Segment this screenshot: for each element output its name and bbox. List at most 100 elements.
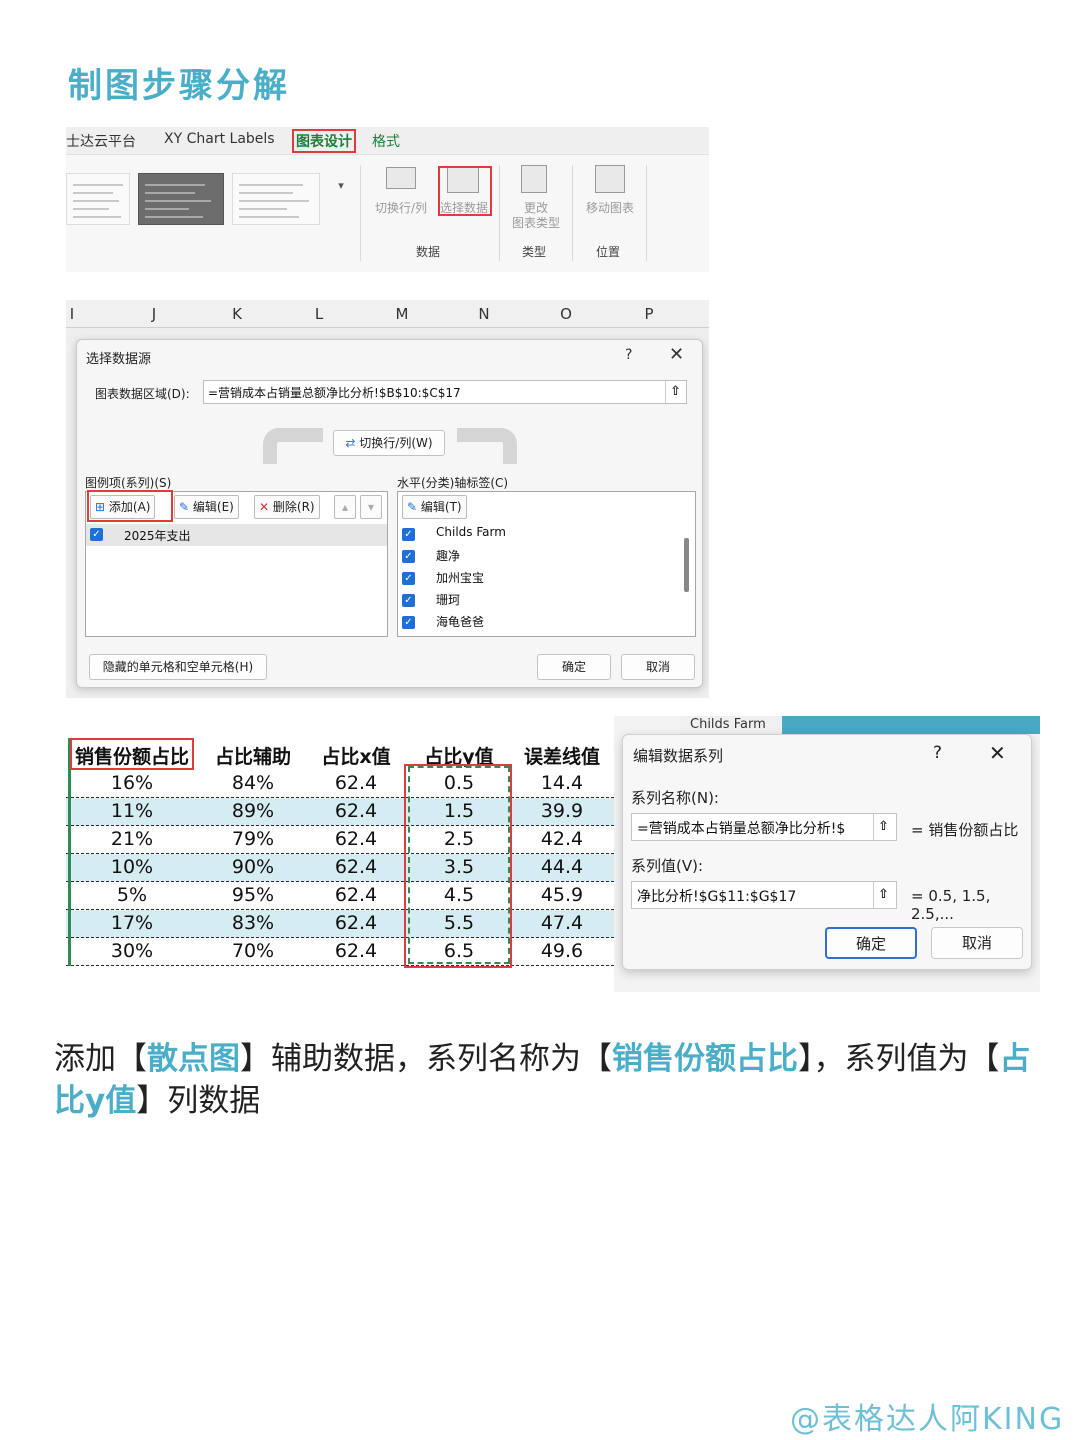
table-row[interactable]: 5% 95% 62.4 4.5 45.9 <box>66 882 614 910</box>
checkbox-checked-icon[interactable]: ✓ <box>402 550 415 563</box>
table-cell[interactable]: 62.4 <box>310 940 402 962</box>
chart-data-range-input[interactable]: =营销成本占销量总额净比分析!$B$10:$C$17 <box>203 380 687 404</box>
arrow-left-decoration <box>263 428 323 464</box>
table-header[interactable]: 占比辅助 <box>200 742 306 769</box>
chart-style-thumbnail[interactable] <box>66 173 130 225</box>
tab-format[interactable]: 格式 <box>372 131 400 151</box>
table-cell[interactable]: 79% <box>200 828 306 850</box>
checkbox-checked-icon[interactable]: ✓ <box>402 572 415 585</box>
switch-row-column-dialog-button[interactable]: ⇄ 切换行/列(W) <box>333 430 445 456</box>
checkbox-checked-icon[interactable]: ✓ <box>402 594 415 607</box>
list-item[interactable]: ✓ 2025年支出 <box>86 524 387 546</box>
checkbox-checked-icon[interactable]: ✓ <box>90 528 103 541</box>
page-title: 制图步骤分解 <box>68 66 290 106</box>
table-cell[interactable]: 62.4 <box>310 772 402 794</box>
tab-xy-chart-labels[interactable]: XY Chart Labels <box>164 131 275 147</box>
tab-shida-cloud[interactable]: 士达云平台 <box>66 131 136 151</box>
table-cell[interactable]: 14.4 <box>512 772 612 794</box>
table-cell[interactable]: 11% <box>72 800 192 822</box>
column-header[interactable]: P <box>629 305 669 323</box>
column-header[interactable]: N <box>464 305 504 323</box>
column-header[interactable]: O <box>546 305 586 323</box>
switch-row-column-icon <box>386 167 416 189</box>
table-row[interactable]: 30% 70% 62.4 6.5 49.6 <box>66 938 614 966</box>
edit-icon: ✎ <box>407 500 418 514</box>
table-cell[interactable]: 89% <box>200 800 306 822</box>
table-row[interactable]: 10% 90% 62.4 3.5 44.4 <box>66 854 614 882</box>
change-chart-type-button[interactable]: 更改 图表类型 <box>506 201 566 231</box>
table-cell[interactable]: 84% <box>200 772 306 794</box>
table-cell[interactable]: 62.4 <box>310 856 402 878</box>
switch-icon: ⇄ <box>345 436 356 450</box>
series-values-input[interactable]: 净比分析!$G$11:$G$17 <box>631 881 897 909</box>
table-cell[interactable]: 44.4 <box>512 856 612 878</box>
scrollbar-thumb[interactable] <box>684 538 689 592</box>
chart-style-thumbnail-selected[interactable] <box>138 173 224 225</box>
help-icon[interactable]: ? <box>625 347 632 363</box>
arrow-right-decoration <box>457 428 517 464</box>
switch-row-column-button[interactable]: 切换行/列 <box>369 201 433 216</box>
series-name-input[interactable]: =营销成本占销量总额净比分析!$ <box>631 813 897 841</box>
move-up-button[interactable]: ▴ <box>334 495 356 519</box>
table-cell[interactable]: 83% <box>200 912 306 934</box>
edit-series-dialog: 编辑数据系列 ? ✕ 系列名称(N): =营销成本占销量总额净比分析!$ ⇧ =… <box>622 734 1032 970</box>
collapse-dialog-icon[interactable]: ⇧ <box>873 814 893 840</box>
table-cell[interactable]: 42.4 <box>512 828 612 850</box>
table-cell[interactable]: 21% <box>72 828 192 850</box>
help-icon[interactable]: ? <box>933 743 942 763</box>
series-name: 2025年支出 <box>124 529 191 543</box>
chart-style-thumbnail[interactable] <box>232 173 320 225</box>
table-row[interactable]: 16% 84% 62.4 0.5 14.4 <box>66 770 614 798</box>
delete-icon: ✕ <box>259 500 270 514</box>
cancel-button[interactable]: 取消 <box>931 927 1023 959</box>
copy-marquee <box>408 766 510 964</box>
table-cell[interactable]: 30% <box>72 940 192 962</box>
column-header[interactable]: L <box>299 305 339 323</box>
collapse-dialog-icon[interactable]: ⇧ <box>665 381 685 403</box>
table-cell[interactable]: 5% <box>72 884 192 906</box>
close-icon[interactable]: ✕ <box>669 344 684 365</box>
table-cell[interactable]: 70% <box>200 940 306 962</box>
column-header[interactable]: M <box>382 305 422 323</box>
column-header[interactable]: K <box>217 305 257 323</box>
column-header[interactable]: I <box>52 305 92 323</box>
column-header[interactable]: J <box>134 305 174 323</box>
cancel-button[interactable]: 取消 <box>621 654 695 680</box>
move-down-button[interactable]: ▾ <box>360 495 382 519</box>
table-header[interactable]: 占比x值 <box>310 742 402 769</box>
table-cell[interactable]: 62.4 <box>310 912 402 934</box>
ribbon-tabs: 士达云平台 XY Chart Labels 图表设计 格式 <box>66 127 709 155</box>
table-cell[interactable]: 49.6 <box>512 940 612 962</box>
table-cell[interactable]: 45.9 <box>512 884 612 906</box>
tab-chart-design[interactable]: 图表设计 <box>292 129 356 153</box>
data-table: 销售份额占比 占比辅助 占比x值 占比y值 误差线值 16% 84% 62.4 0.5… <box>66 738 614 968</box>
close-icon[interactable]: ✕ <box>989 741 1006 765</box>
checkbox-checked-icon[interactable]: ✓ <box>402 528 415 541</box>
collapse-dialog-icon[interactable]: ⇧ <box>873 882 893 908</box>
gallery-more-icon[interactable]: ▾ <box>332 179 350 219</box>
table-cell[interactable]: 16% <box>72 772 192 794</box>
table-cell[interactable]: 62.4 <box>310 828 402 850</box>
ok-button[interactable]: 确定 <box>825 927 917 959</box>
table-row[interactable]: 17% 83% 62.4 5.5 47.4 <box>66 910 614 938</box>
table-cell[interactable]: 62.4 <box>310 884 402 906</box>
table-cell[interactable]: 62.4 <box>310 800 402 822</box>
hidden-empty-cells-button[interactable]: 隐藏的单元格和空单元格(H) <box>89 654 267 680</box>
table-cell[interactable]: 17% <box>72 912 192 934</box>
table-row[interactable]: 11% 89% 62.4 1.5 39.9 <box>66 798 614 826</box>
table-header[interactable]: 误差线值 <box>512 742 612 769</box>
dialog-title: 选择数据源 <box>86 352 152 367</box>
table-cell[interactable]: 95% <box>200 884 306 906</box>
table-cell[interactable]: 39.9 <box>512 800 612 822</box>
table-cell[interactable]: 90% <box>200 856 306 878</box>
table-cell[interactable]: 47.4 <box>512 912 612 934</box>
move-chart-button[interactable]: 移动图表 <box>578 201 642 216</box>
checkbox-checked-icon[interactable]: ✓ <box>402 616 415 629</box>
edit-axis-labels-button[interactable]: ✎ 编辑(T) <box>402 495 467 519</box>
edit-series-button[interactable]: ✎ 编辑(E) <box>174 495 239 519</box>
delete-series-button[interactable]: ✕ 删除(R) <box>254 495 320 519</box>
table-row[interactable]: 21% 79% 62.4 2.5 42.4 <box>66 826 614 854</box>
group-position-label: 位置 <box>596 245 621 259</box>
ok-button[interactable]: 确定 <box>537 654 611 680</box>
table-cell[interactable]: 10% <box>72 856 192 878</box>
